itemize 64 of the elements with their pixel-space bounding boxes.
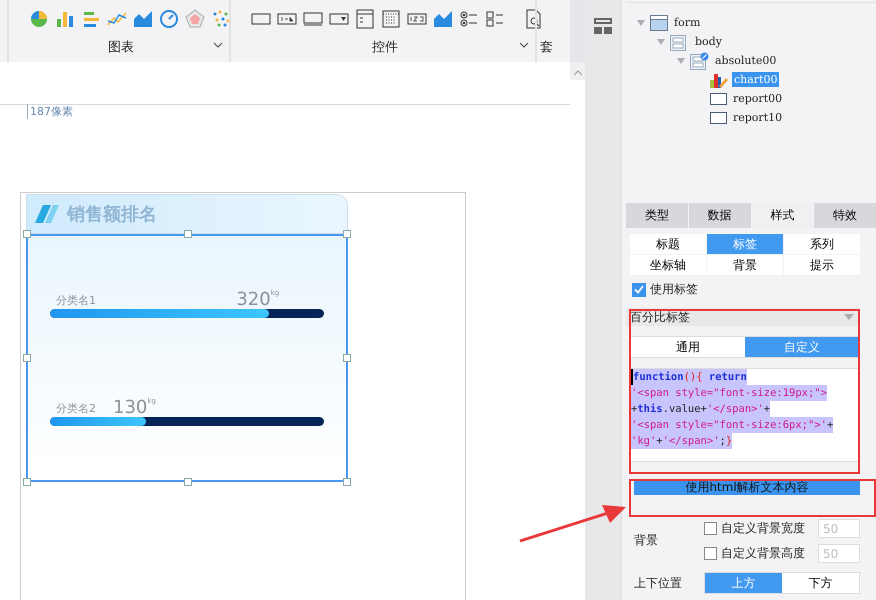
resize-handle[interactable] xyxy=(23,354,31,362)
tab[interactable]: 数据 xyxy=(688,203,750,228)
code-editor[interactable]: function(){ return '<span style="font-size:19px;"> +this.value+'</span>'+ '<span style="font-size:6px;">'+ 'kg'+'</span>';} xyxy=(630,368,860,462)
chart-title: 销售额排名 xyxy=(67,203,157,226)
chevron-down-icon[interactable] xyxy=(213,42,223,48)
tab[interactable]: 特效 xyxy=(814,203,876,228)
checkbox-label: 自定义背景宽度 xyxy=(721,520,806,537)
category-label: 分类名2 xyxy=(56,401,96,416)
resize-handle[interactable] xyxy=(343,478,351,486)
group-label: 套 xyxy=(540,39,553,56)
background-label: 背景 xyxy=(634,532,659,549)
radio-icon[interactable] xyxy=(459,9,479,29)
tree-item[interactable]: body xyxy=(693,34,724,49)
checkbox-label: 自定义背景高度 xyxy=(721,545,806,562)
resize-handle[interactable] xyxy=(184,478,192,486)
checkbox-label: 使用标签 xyxy=(650,281,698,298)
layout-link-icon xyxy=(690,52,709,70)
radar-icon[interactable] xyxy=(185,9,205,29)
tree-item[interactable]: report00 xyxy=(731,91,784,106)
report-icon xyxy=(710,92,727,104)
mode-tab[interactable]: 通用 xyxy=(631,337,745,357)
collapse-triangle-icon[interactable] xyxy=(844,314,854,320)
bar-icon[interactable] xyxy=(55,9,75,29)
scroll-up-icon[interactable] xyxy=(572,70,582,76)
resize-handle[interactable] xyxy=(23,230,31,238)
layout-icon[interactable] xyxy=(594,18,612,34)
pie-icon[interactable] xyxy=(29,9,49,29)
gauge-icon[interactable] xyxy=(159,9,179,29)
checkbox[interactable] xyxy=(704,522,717,535)
group-label: 图表 xyxy=(108,39,134,56)
layout-icon xyxy=(670,32,689,50)
chart-pencil-icon xyxy=(710,72,728,88)
scatter-icon[interactable] xyxy=(211,9,231,29)
ruler-label: 187像素 xyxy=(27,104,73,119)
group-label: 控件 xyxy=(372,39,398,56)
position-label: 上下位置 xyxy=(634,574,683,592)
subtab[interactable]: 标题 xyxy=(630,234,706,254)
area-icon[interactable] xyxy=(133,9,153,29)
expand-triangle-icon[interactable] xyxy=(656,38,666,46)
expand-triangle-icon[interactable] xyxy=(676,56,686,64)
report-icon xyxy=(710,112,727,124)
window-icon xyxy=(650,14,668,30)
position-option[interactable]: 下方 xyxy=(782,573,859,593)
resize-handle[interactable] xyxy=(343,354,351,362)
hbar-icon[interactable] xyxy=(81,9,101,29)
list-icon[interactable] xyxy=(355,9,375,29)
resize-handle[interactable] xyxy=(343,230,351,238)
tree-item[interactable]: report10 xyxy=(731,110,784,125)
checkbox[interactable] xyxy=(632,282,646,296)
category-label: 分类名1 xyxy=(56,293,96,308)
tree-item[interactable]: form xyxy=(672,15,702,30)
tab[interactable]: 类型 xyxy=(626,203,688,228)
tree-item[interactable]: absolute00 xyxy=(713,53,778,68)
cal-icon[interactable] xyxy=(381,9,401,29)
area-icon[interactable] xyxy=(433,9,453,29)
chevron-down-icon[interactable] xyxy=(519,42,529,48)
subtab[interactable]: 系列 xyxy=(784,234,860,254)
resize-handle[interactable] xyxy=(23,478,31,486)
resize-handle[interactable] xyxy=(184,230,192,238)
expand-triangle-icon[interactable] xyxy=(636,18,646,26)
subtab[interactable]: 坐标轴 xyxy=(630,255,706,275)
subtab[interactable]: 背景 xyxy=(707,255,783,275)
subtab[interactable]: 提示 xyxy=(784,255,860,275)
checkbox[interactable] xyxy=(704,547,717,560)
